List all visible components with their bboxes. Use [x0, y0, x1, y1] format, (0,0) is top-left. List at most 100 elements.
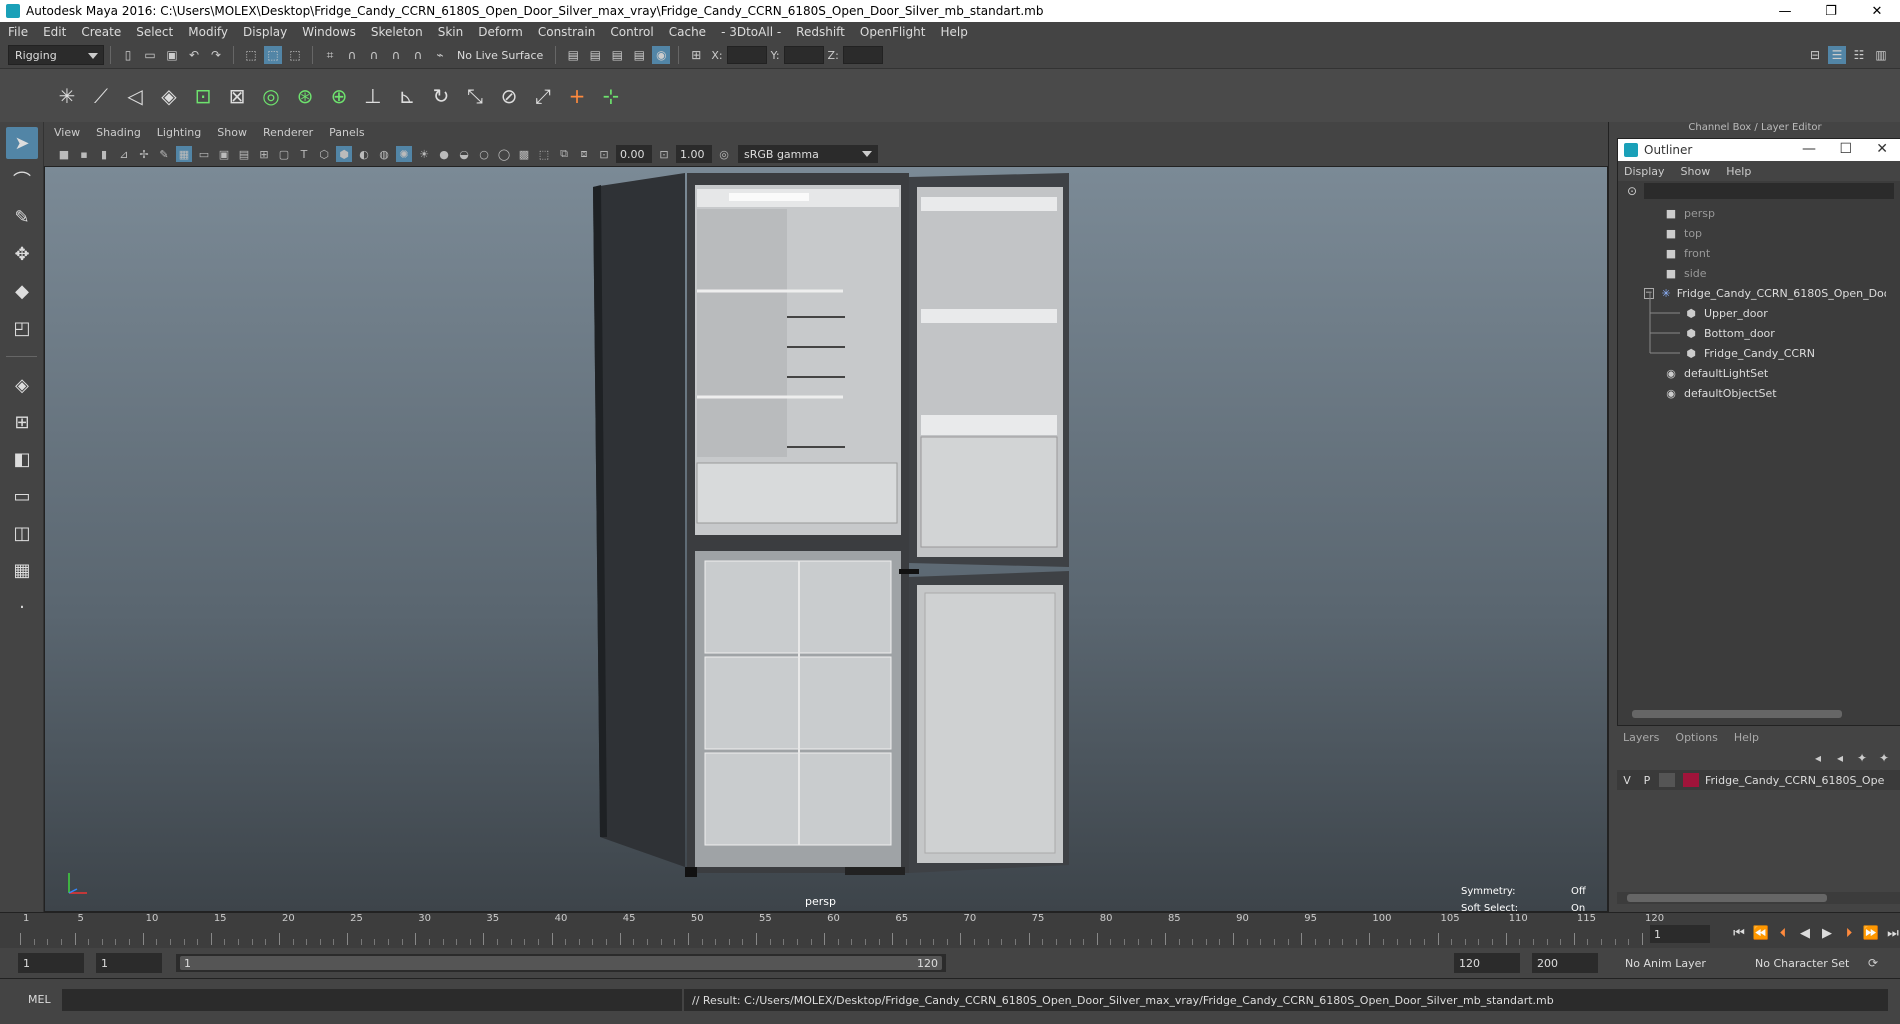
display-layer-row[interactable]: V P Fridge_Candy_CCRN_6180S_Open_Door — [1617, 770, 1900, 790]
gamma-icon[interactable]: ⊡ — [656, 146, 672, 162]
layer-menu-options[interactable]: Options — [1675, 731, 1717, 744]
four-view-layout-icon[interactable]: ⊞ — [6, 406, 38, 438]
menu-deform[interactable]: Deform — [478, 25, 523, 39]
isolate-select-icon[interactable]: ▩ — [516, 146, 532, 162]
step-back-frame-icon[interactable]: ⏴ — [1772, 923, 1794, 943]
lasso-tool-icon[interactable]: ⌒ — [6, 164, 38, 196]
interactive-bind-icon[interactable]: ⊕ — [324, 79, 354, 113]
menu-openflight[interactable]: OpenFlight — [860, 25, 926, 39]
snap-view-icon[interactable]: ∩ — [387, 46, 405, 64]
more-layouts-icon[interactable]: · — [6, 591, 38, 623]
snap-curve-icon[interactable]: ∩ — [343, 46, 361, 64]
outliner-item-default-object-set[interactable]: ◉ defaultObjectSet — [1618, 383, 1886, 403]
smooth-shade-icon[interactable]: ⬢ — [336, 146, 352, 162]
snap-point-icon[interactable]: ∩ — [365, 46, 383, 64]
play-backward-icon[interactable]: ◀ — [1794, 923, 1816, 943]
move-tool-icon[interactable]: ✥ — [6, 238, 38, 270]
menu-control[interactable]: Control — [610, 25, 653, 39]
save-scene-icon[interactable]: ▣ — [163, 46, 181, 64]
menu-select[interactable]: Select — [136, 25, 173, 39]
filter-icon[interactable]: ⊙ — [1626, 184, 1638, 198]
menuset-dropdown[interactable]: Rigging — [8, 45, 104, 65]
color-space-dropdown[interactable]: sRGB gamma — [738, 145, 878, 163]
outliner-vertical-scrollbar[interactable] — [1886, 201, 1900, 721]
scene-end-field[interactable]: 200 — [1532, 953, 1598, 973]
outliner-item-persp[interactable]: ■ persp — [1618, 203, 1886, 223]
exposure-icon[interactable]: ⊡ — [596, 146, 612, 162]
gamma-field[interactable]: 1.00 — [676, 145, 712, 163]
outliner-menu-display[interactable]: Display — [1624, 165, 1665, 178]
new-layer-selected-icon[interactable]: ✦ — [1875, 749, 1893, 767]
outliner-item-front[interactable]: ■ front — [1618, 243, 1886, 263]
menu-skin[interactable]: Skin — [438, 25, 464, 39]
scroll-thumb[interactable] — [1627, 894, 1827, 902]
grease-pencil-icon[interactable]: ✎ — [156, 146, 172, 162]
select-component-icon[interactable]: ⬚ — [286, 46, 304, 64]
script-language-label[interactable]: MEL — [28, 993, 51, 1006]
perspective-viewport[interactable]: Symmetry: Off Soft Select: On persp — [44, 166, 1608, 912]
persp-graph-layout-icon[interactable]: ▭ — [6, 480, 38, 512]
scale-constraint-icon[interactable]: ⤡ — [460, 79, 490, 113]
locator-icon[interactable]: + — [562, 79, 592, 113]
layer-menu-help[interactable]: Help — [1734, 731, 1759, 744]
maximize-icon[interactable]: ☐ — [1839, 141, 1852, 157]
outliner-menu-show[interactable]: Show — [1681, 165, 1711, 178]
camera-attributes-icon[interactable]: ▪ — [76, 146, 92, 162]
redo-icon[interactable]: ↷ — [207, 46, 225, 64]
ipr-render-icon[interactable]: ▤ — [608, 46, 626, 64]
outliner-menu-help[interactable]: Help — [1726, 165, 1751, 178]
scene-start-field[interactable]: 1 — [18, 953, 84, 973]
snap-grid-icon[interactable]: ⌗ — [321, 46, 339, 64]
open-scene-icon[interactable]: ▭ — [141, 46, 159, 64]
exposure-field[interactable]: 0.00 — [616, 145, 652, 163]
range-slider-thumb[interactable]: 1 120 — [180, 956, 942, 970]
depth-of-field-icon[interactable]: ◯ — [496, 146, 512, 162]
orient-constraint-icon[interactable]: ↻ — [426, 79, 456, 113]
command-input[interactable] — [62, 989, 682, 1011]
bookmark-icon[interactable]: ▮ — [96, 146, 112, 162]
antialiasing-icon[interactable]: ○ — [476, 146, 492, 162]
layer-visibility-toggle[interactable]: V — [1617, 774, 1637, 787]
z-field[interactable] — [842, 46, 883, 64]
play-forward-icon[interactable]: ▶ — [1816, 923, 1838, 943]
playback-end-field[interactable]: 120 — [1454, 953, 1520, 973]
safe-title-icon[interactable]: T — [296, 146, 312, 162]
menu-skeleton[interactable]: Skeleton — [371, 25, 423, 39]
close-button[interactable]: ✕ — [1854, 0, 1900, 22]
outliner-item-top[interactable]: ■ top — [1618, 223, 1886, 243]
outliner-search-input[interactable] — [1644, 183, 1894, 199]
layer-menu-layers[interactable]: Layers — [1623, 731, 1659, 744]
xray-components-icon[interactable]: ⧈ — [576, 146, 592, 162]
layer-color-swatch[interactable] — [1683, 773, 1699, 787]
channel-box-toggle-icon[interactable]: ☰ — [1828, 46, 1846, 64]
camera-icon[interactable]: ■ — [56, 146, 72, 162]
undo-icon[interactable]: ↶ — [185, 46, 203, 64]
use-all-lights-icon[interactable]: ✺ — [396, 146, 412, 162]
go-to-start-icon[interactable]: ⏮ — [1728, 923, 1750, 943]
move-layer-up-icon[interactable]: ◂ — [1809, 749, 1827, 767]
viewport-menu-panels[interactable]: Panels — [329, 126, 364, 139]
snap-surface-icon[interactable]: ∩ — [409, 46, 427, 64]
outliner-item-default-light-set[interactable]: ◉ defaultLightSet — [1618, 363, 1886, 383]
range-slider[interactable]: 1 120 — [176, 954, 946, 972]
cluster-icon[interactable]: ⊹ — [596, 79, 626, 113]
anim-layer-dropdown[interactable]: No Anim Layer — [1620, 953, 1724, 973]
safe-action-icon[interactable]: ▢ — [276, 146, 292, 162]
outliner-item-side[interactable]: ■ side — [1618, 263, 1886, 283]
menu-display[interactable]: Display — [243, 25, 287, 39]
layer-horizontal-scrollbar[interactable] — [1617, 892, 1900, 904]
layer-playback-toggle[interactable]: P — [1637, 774, 1657, 787]
motion-blur-icon[interactable]: ◒ — [456, 146, 472, 162]
playback-start-field[interactable]: 1 — [96, 953, 162, 973]
menu-file[interactable]: File — [8, 25, 28, 39]
outliner-horizontal-scrollbar[interactable] — [1622, 709, 1886, 719]
resolution-gate-icon[interactable]: ▣ — [216, 146, 232, 162]
menu-constrain[interactable]: Constrain — [538, 25, 596, 39]
step-back-key-icon[interactable]: ⏪ — [1750, 923, 1772, 943]
grid-icon[interactable]: ▦ — [176, 146, 192, 162]
close-icon[interactable]: ✕ — [1876, 141, 1888, 157]
menu-modify[interactable]: Modify — [188, 25, 228, 39]
x-field[interactable] — [726, 46, 767, 64]
attribute-editor-toggle-icon[interactable]: ☷ — [1850, 46, 1868, 64]
orient-joint-icon[interactable]: ⊡ — [188, 79, 218, 113]
